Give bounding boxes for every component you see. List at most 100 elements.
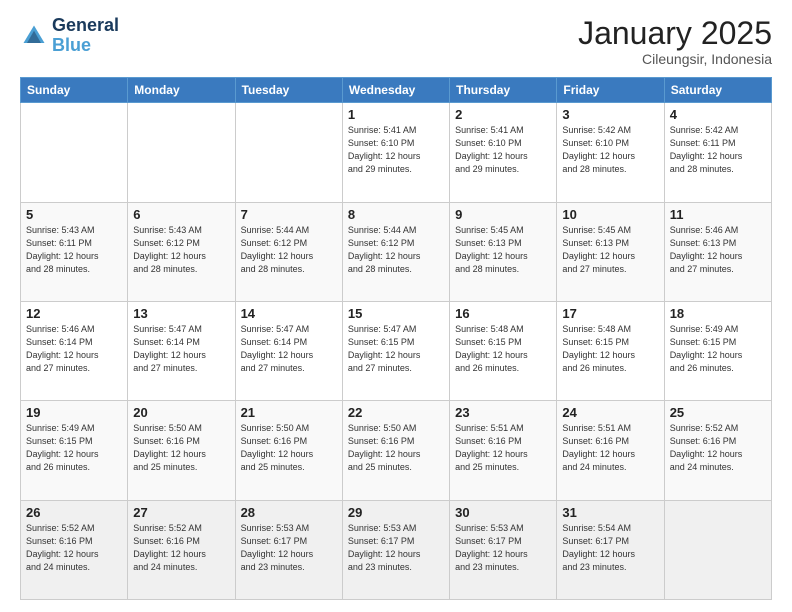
day-number: 27 — [133, 505, 229, 520]
day-info: Sunrise: 5:44 AM Sunset: 6:12 PM Dayligh… — [241, 224, 337, 276]
day-number: 17 — [562, 306, 658, 321]
day-info: Sunrise: 5:46 AM Sunset: 6:13 PM Dayligh… — [670, 224, 766, 276]
calendar-cell: 17 Sunrise: 5:48 AM Sunset: 6:15 PM Dayli… — [557, 301, 664, 400]
day-number: 10 — [562, 207, 658, 222]
calendar-cell: 7 Sunrise: 5:44 AM Sunset: 6:12 PM Daylig… — [235, 202, 342, 301]
calendar-cell — [664, 500, 771, 599]
calendar-cell — [235, 103, 342, 202]
day-header-wednesday: Wednesday — [342, 78, 449, 103]
title-block: January 2025 Cileungsir, Indonesia — [578, 16, 772, 67]
calendar: SundayMondayTuesdayWednesdayThursdayFrid… — [20, 77, 772, 600]
calendar-cell — [128, 103, 235, 202]
day-info: Sunrise: 5:47 AM Sunset: 6:15 PM Dayligh… — [348, 323, 444, 375]
day-info: Sunrise: 5:53 AM Sunset: 6:17 PM Dayligh… — [241, 522, 337, 574]
logo-text: General Blue — [52, 16, 119, 56]
calendar-header-row: SundayMondayTuesdayWednesdayThursdayFrid… — [21, 78, 772, 103]
day-number: 15 — [348, 306, 444, 321]
day-info: Sunrise: 5:54 AM Sunset: 6:17 PM Dayligh… — [562, 522, 658, 574]
day-number: 4 — [670, 107, 766, 122]
calendar-cell: 29 Sunrise: 5:53 AM Sunset: 6:17 PM Dayli… — [342, 500, 449, 599]
day-info: Sunrise: 5:46 AM Sunset: 6:14 PM Dayligh… — [26, 323, 122, 375]
calendar-cell: 30 Sunrise: 5:53 AM Sunset: 6:17 PM Dayli… — [450, 500, 557, 599]
day-info: Sunrise: 5:50 AM Sunset: 6:16 PM Dayligh… — [241, 422, 337, 474]
day-number: 9 — [455, 207, 551, 222]
day-header-saturday: Saturday — [664, 78, 771, 103]
subtitle: Cileungsir, Indonesia — [578, 51, 772, 67]
day-info: Sunrise: 5:53 AM Sunset: 6:17 PM Dayligh… — [348, 522, 444, 574]
day-number: 22 — [348, 405, 444, 420]
calendar-cell: 1Sunrise: 5:41 AM Sunset: 6:10 PM Daylig… — [342, 103, 449, 202]
header: General Blue January 2025 Cileungsir, In… — [20, 16, 772, 67]
day-info: Sunrise: 5:48 AM Sunset: 6:15 PM Dayligh… — [455, 323, 551, 375]
day-info: Sunrise: 5:53 AM Sunset: 6:17 PM Dayligh… — [455, 522, 551, 574]
day-number: 31 — [562, 505, 658, 520]
day-info: Sunrise: 5:51 AM Sunset: 6:16 PM Dayligh… — [455, 422, 551, 474]
day-info: Sunrise: 5:50 AM Sunset: 6:16 PM Dayligh… — [133, 422, 229, 474]
calendar-cell: 8Sunrise: 5:44 AM Sunset: 6:12 PM Daylig… — [342, 202, 449, 301]
page: General Blue January 2025 Cileungsir, In… — [0, 0, 792, 612]
calendar-cell: 4 Sunrise: 5:42 AM Sunset: 6:11 PM Daylig… — [664, 103, 771, 202]
day-number: 2 — [455, 107, 551, 122]
day-number: 6 — [133, 207, 229, 222]
day-info: Sunrise: 5:42 AM Sunset: 6:11 PM Dayligh… — [670, 124, 766, 176]
calendar-cell: 9Sunrise: 5:45 AM Sunset: 6:13 PM Daylig… — [450, 202, 557, 301]
day-number: 11 — [670, 207, 766, 222]
calendar-week-4: 19 Sunrise: 5:49 AM Sunset: 6:15 PM Dayli… — [21, 401, 772, 500]
day-number: 23 — [455, 405, 551, 420]
day-number: 29 — [348, 505, 444, 520]
day-number: 1 — [348, 107, 444, 122]
logo: General Blue — [20, 16, 119, 56]
calendar-week-5: 26 Sunrise: 5:52 AM Sunset: 6:16 PM Dayli… — [21, 500, 772, 599]
day-number: 8 — [348, 207, 444, 222]
calendar-cell: 20 Sunrise: 5:50 AM Sunset: 6:16 PM Dayli… — [128, 401, 235, 500]
calendar-cell: 26 Sunrise: 5:52 AM Sunset: 6:16 PM Dayli… — [21, 500, 128, 599]
day-header-monday: Monday — [128, 78, 235, 103]
day-info: Sunrise: 5:47 AM Sunset: 6:14 PM Dayligh… — [133, 323, 229, 375]
calendar-week-2: 5Sunrise: 5:43 AM Sunset: 6:11 PM Daylig… — [21, 202, 772, 301]
calendar-cell: 27 Sunrise: 5:52 AM Sunset: 6:16 PM Dayli… — [128, 500, 235, 599]
day-number: 7 — [241, 207, 337, 222]
day-info: Sunrise: 5:49 AM Sunset: 6:15 PM Dayligh… — [670, 323, 766, 375]
calendar-cell: 5Sunrise: 5:43 AM Sunset: 6:11 PM Daylig… — [21, 202, 128, 301]
main-title: January 2025 — [578, 16, 772, 51]
day-info: Sunrise: 5:41 AM Sunset: 6:10 PM Dayligh… — [455, 124, 551, 176]
day-info: Sunrise: 5:45 AM Sunset: 6:13 PM Dayligh… — [562, 224, 658, 276]
calendar-week-3: 12 Sunrise: 5:46 AM Sunset: 6:14 PM Dayli… — [21, 301, 772, 400]
day-number: 3 — [562, 107, 658, 122]
calendar-cell: 31 Sunrise: 5:54 AM Sunset: 6:17 PM Dayli… — [557, 500, 664, 599]
calendar-cell: 28Sunrise: 5:53 AM Sunset: 6:17 PM Dayli… — [235, 500, 342, 599]
calendar-cell: 10 Sunrise: 5:45 AM Sunset: 6:13 PM Dayli… — [557, 202, 664, 301]
calendar-cell: 21Sunrise: 5:50 AM Sunset: 6:16 PM Dayli… — [235, 401, 342, 500]
day-number: 20 — [133, 405, 229, 420]
day-info: Sunrise: 5:52 AM Sunset: 6:16 PM Dayligh… — [670, 422, 766, 474]
day-header-friday: Friday — [557, 78, 664, 103]
day-info: Sunrise: 5:48 AM Sunset: 6:15 PM Dayligh… — [562, 323, 658, 375]
calendar-week-1: 1 Sunrise: 5:41 AM Sunset: 6:10 PM Daylig… — [21, 103, 772, 202]
day-number: 14 — [241, 306, 337, 321]
day-info: Sunrise: 5:50 AM Sunset: 6:16 PM Dayligh… — [348, 422, 444, 474]
calendar-cell — [21, 103, 128, 202]
day-number: 18 — [670, 306, 766, 321]
day-header-sunday: Sunday — [21, 78, 128, 103]
day-info: Sunrise: 5:52 AM Sunset: 6:16 PM Dayligh… — [26, 522, 122, 574]
calendar-cell: 25 Sunrise: 5:52 AM Sunset: 6:16 PM Dayli… — [664, 401, 771, 500]
day-info: Sunrise: 5:43 AM Sunset: 6:12 PM Dayligh… — [133, 224, 229, 276]
day-info: Sunrise: 5:49 AM Sunset: 6:15 PM Dayligh… — [26, 422, 122, 474]
day-info: Sunrise: 5:52 AM Sunset: 6:16 PM Dayligh… — [133, 522, 229, 574]
calendar-cell: 11 Sunrise: 5:46 AM Sunset: 6:13 PM Dayli… — [664, 202, 771, 301]
calendar-cell: 23 Sunrise: 5:51 AM Sunset: 6:16 PM Dayli… — [450, 401, 557, 500]
calendar-cell: 15 Sunrise: 5:47 AM Sunset: 6:15 PM Dayli… — [342, 301, 449, 400]
day-number: 13 — [133, 306, 229, 321]
day-info: Sunrise: 5:42 AM Sunset: 6:10 PM Dayligh… — [562, 124, 658, 176]
day-number: 30 — [455, 505, 551, 520]
day-number: 25 — [670, 405, 766, 420]
day-number: 26 — [26, 505, 122, 520]
calendar-cell: 19 Sunrise: 5:49 AM Sunset: 6:15 PM Dayli… — [21, 401, 128, 500]
calendar-cell: 16 Sunrise: 5:48 AM Sunset: 6:15 PM Dayli… — [450, 301, 557, 400]
day-number: 19 — [26, 405, 122, 420]
calendar-cell: 22 Sunrise: 5:50 AM Sunset: 6:16 PM Dayli… — [342, 401, 449, 500]
day-number: 16 — [455, 306, 551, 321]
calendar-cell: 14 Sunrise: 5:47 AM Sunset: 6:14 PM Dayli… — [235, 301, 342, 400]
day-number: 12 — [26, 306, 122, 321]
day-info: Sunrise: 5:47 AM Sunset: 6:14 PM Dayligh… — [241, 323, 337, 375]
